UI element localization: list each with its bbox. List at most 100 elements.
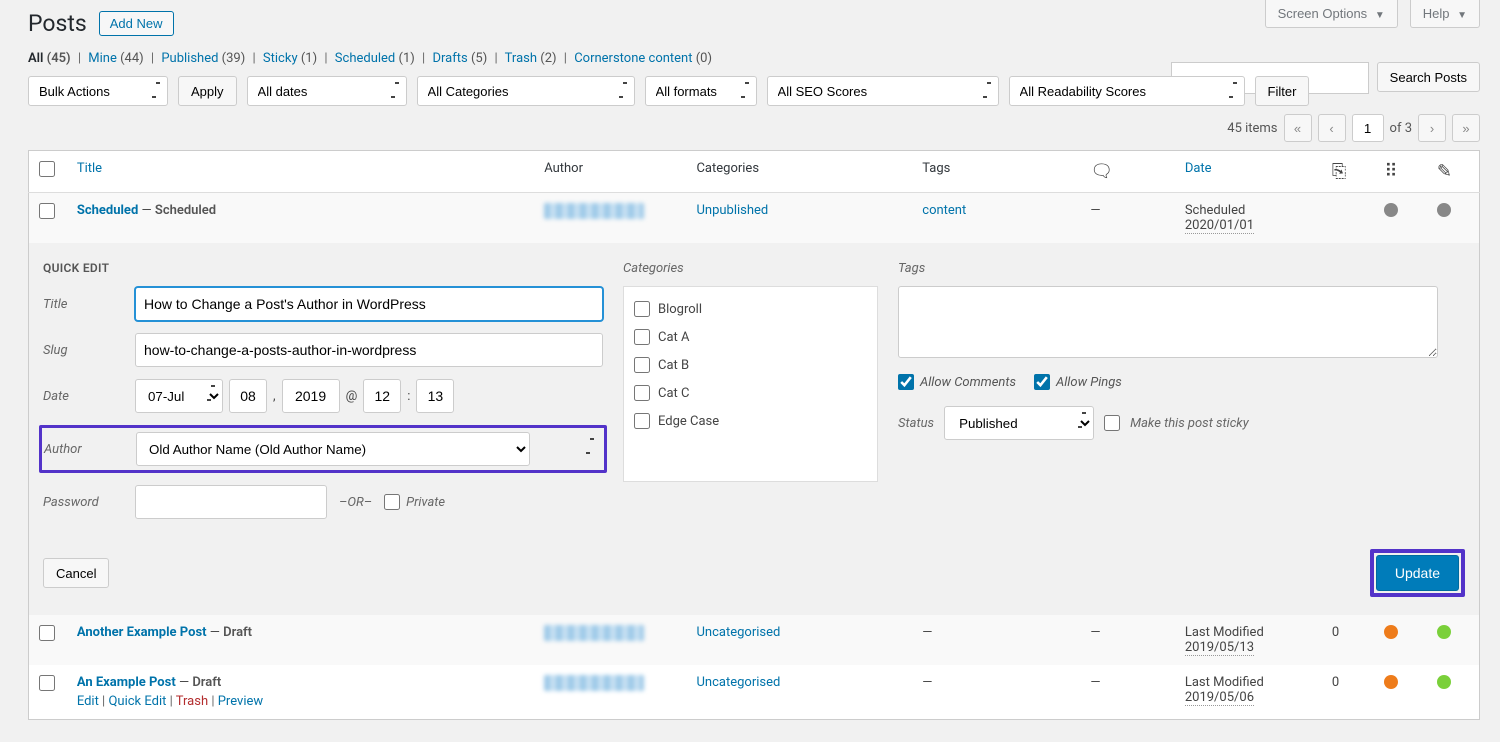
private-checkbox[interactable] [384, 494, 400, 510]
date-month-select[interactable]: 07-Jul [135, 379, 223, 413]
apply-button[interactable]: Apply [178, 76, 237, 106]
category-checkbox[interactable] [634, 413, 650, 429]
date-value: 2020/01/01 [1185, 218, 1254, 234]
row-action-edit[interactable]: Edit [77, 694, 99, 709]
seo-dot-icon [1437, 203, 1451, 217]
seo-icon: ✎ [1437, 161, 1452, 182]
category-option[interactable]: Blogroll [634, 295, 867, 323]
categories-select[interactable]: All Categories [417, 76, 635, 106]
date-label: Last Modified [1185, 675, 1264, 690]
category-option[interactable]: Cat A [634, 323, 867, 351]
update-button[interactable]: Update [1376, 555, 1459, 591]
category-checkbox[interactable] [634, 329, 650, 345]
allow-comments-label[interactable]: Allow Comments [898, 374, 1016, 390]
date-hour-input[interactable] [363, 379, 401, 413]
post-title-link[interactable]: An Example Post [77, 675, 176, 690]
chevron-down-icon: ▼ [1457, 10, 1467, 21]
add-new-button[interactable]: Add New [99, 11, 174, 36]
view-published[interactable]: Published (39) [161, 51, 245, 66]
row-checkbox[interactable] [39, 675, 55, 691]
category-checkbox[interactable] [634, 357, 650, 373]
readability-scores-select[interactable]: All Readability Scores [1009, 76, 1245, 106]
author-link[interactable] [544, 203, 644, 219]
last-page-button[interactable]: » [1452, 114, 1480, 142]
row-checkbox[interactable] [39, 203, 55, 219]
col-date[interactable]: Date [1175, 151, 1322, 193]
table-row: Another Example Post — Draft Uncategoris… [29, 615, 1480, 665]
category-checkbox[interactable] [634, 385, 650, 401]
row-action-trash[interactable]: Trash [176, 694, 208, 709]
category-link[interactable]: Uncategorised [696, 675, 780, 690]
tag-link[interactable]: content [922, 203, 966, 218]
next-page-button[interactable]: › [1418, 114, 1446, 142]
help-button[interactable]: Help ▼ [1410, 0, 1480, 28]
seo-dot-icon [1437, 675, 1451, 689]
col-tags: Tags [912, 151, 1080, 193]
title-input[interactable] [135, 287, 603, 321]
status-select[interactable]: Published [944, 406, 1094, 440]
view-sticky[interactable]: Sticky (1) [263, 51, 317, 66]
author-select[interactable]: Old Author Name (Old Author Name) [136, 432, 530, 466]
status-label: Status [898, 416, 934, 431]
view-mine[interactable]: Mine (44) [88, 51, 143, 66]
category-option[interactable]: Cat C [634, 379, 867, 407]
password-input[interactable] [135, 485, 327, 519]
post-title-link[interactable]: Another Example Post [77, 625, 207, 640]
view-scheduled[interactable]: Scheduled (1) [335, 51, 415, 66]
slug-input[interactable] [135, 333, 603, 367]
current-page-input[interactable] [1352, 114, 1384, 142]
author-label: Author [44, 442, 130, 457]
links-count: 0 [1322, 665, 1375, 720]
seo-scores-select[interactable]: All SEO Scores [767, 76, 999, 106]
search-posts-button[interactable]: Search Posts [1377, 62, 1480, 92]
row-checkbox[interactable] [39, 625, 55, 641]
view-drafts[interactable]: Drafts (5) [432, 51, 487, 66]
post-title-link[interactable]: Scheduled [77, 203, 138, 218]
date-day-input[interactable] [229, 379, 267, 413]
readability-dot-icon [1384, 625, 1398, 639]
prev-page-button[interactable]: ‹ [1318, 114, 1346, 142]
screen-options-button[interactable]: Screen Options ▼ [1265, 0, 1398, 28]
category-link[interactable]: Uncategorised [696, 625, 780, 640]
password-label: Password [43, 495, 129, 510]
view-all[interactable]: All (45) [28, 51, 71, 66]
bulk-actions-select[interactable]: Bulk Actions [28, 76, 168, 106]
categories-checklist: Blogroll Cat A Cat B Cat C Edge Case [623, 286, 878, 482]
row-action-quick-edit[interactable]: Quick Edit [108, 694, 166, 709]
first-page-button[interactable]: « [1284, 114, 1312, 142]
tags-textarea[interactable] [898, 286, 1438, 358]
date-year-input[interactable] [282, 379, 340, 413]
category-checkbox[interactable] [634, 301, 650, 317]
links-count: 0 [1322, 615, 1375, 665]
posts-table: Title Author Categories Tags 🗨 Date ⎘ ⠿ … [28, 150, 1480, 720]
author-link[interactable] [544, 675, 644, 691]
allow-comments-checkbox[interactable] [898, 374, 914, 390]
filter-button[interactable]: Filter [1255, 76, 1310, 106]
dates-select[interactable]: All dates [247, 76, 407, 106]
pagination-total: of 3 [1390, 121, 1412, 136]
col-categories: Categories [686, 151, 912, 193]
formats-select[interactable]: All formats [645, 76, 757, 106]
category-link[interactable]: Unpublished [696, 203, 768, 218]
col-author: Author [534, 151, 686, 193]
author-link[interactable] [544, 625, 644, 641]
col-title[interactable]: Title [67, 151, 534, 193]
category-option[interactable]: Edge Case [634, 407, 867, 435]
category-option[interactable]: Cat B [634, 351, 867, 379]
date-value: 2019/05/13 [1185, 640, 1254, 656]
table-row: Scheduled — Scheduled Unpublished conten… [29, 193, 1480, 244]
view-cornerstone[interactable]: Cornerstone content (0) [574, 51, 712, 66]
cancel-button[interactable]: Cancel [43, 558, 109, 588]
readability-dot-icon [1384, 675, 1398, 689]
tags-header: Tags [898, 261, 1465, 276]
select-all-checkbox[interactable] [39, 161, 55, 177]
row-action-preview[interactable]: Preview [218, 694, 263, 709]
view-trash[interactable]: Trash (2) [505, 51, 557, 66]
chevron-down-icon: ▼ [1375, 10, 1385, 21]
allow-pings-checkbox[interactable] [1034, 374, 1050, 390]
comments-icon[interactable]: 🗨 [1090, 161, 1113, 182]
allow-pings-label[interactable]: Allow Pings [1034, 374, 1122, 390]
date-minute-input[interactable] [416, 379, 454, 413]
quick-edit-panel: QUICK EDIT Title Slug Date [29, 243, 1480, 615]
sticky-checkbox[interactable] [1104, 415, 1120, 431]
